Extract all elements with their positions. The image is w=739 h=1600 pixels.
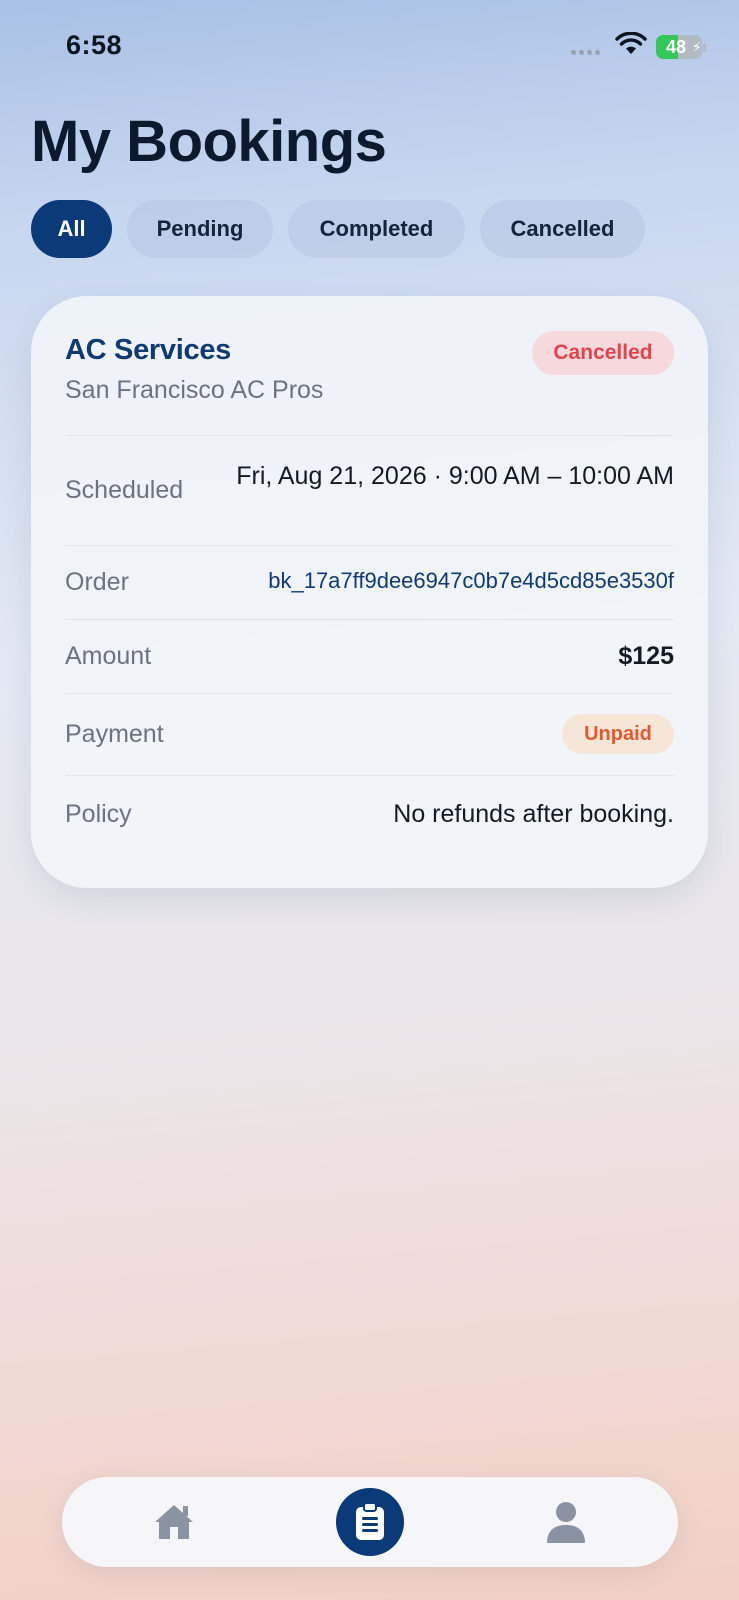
tab-bookings[interactable] (325, 1477, 415, 1567)
filter-tabs: All Pending Completed Cancelled (31, 200, 645, 258)
tab-profile[interactable] (521, 1477, 611, 1567)
amount-label: Amount (65, 642, 152, 670)
cellular-signal-icon (571, 50, 600, 55)
policy-label: Policy (65, 800, 132, 828)
battery-cap (703, 43, 706, 52)
payment-row: Payment Unpaid (65, 693, 674, 775)
payment-status-badge: Unpaid (562, 714, 674, 754)
charging-bolt-icon: ⚡ (692, 39, 702, 55)
booking-card[interactable]: AC Services San Francisco AC Pros Cancel… (31, 296, 708, 888)
tab-bar (62, 1477, 678, 1567)
person-icon (547, 1502, 585, 1543)
amount-value: $125 (618, 642, 674, 670)
policy-value: No refunds after booking. (393, 800, 674, 828)
filter-pending[interactable]: Pending (127, 200, 273, 258)
status-bar: 6:58 48 ⚡ (0, 0, 739, 90)
status-time: 6:58 (66, 30, 123, 60)
order-row: Order bk_17a7ff9dee6947c0b7e4d5cd85e3530… (65, 545, 674, 619)
home-icon (155, 1505, 193, 1539)
order-label: Order (65, 568, 129, 596)
amount-row: Amount $125 (65, 619, 674, 693)
scheduled-value: Fri, Aug 21, 2026 · 9:00 AM – 10:00 AM (236, 462, 674, 490)
battery-level: 48 (665, 37, 687, 57)
scheduled-label: Scheduled (65, 476, 184, 504)
filter-cancelled[interactable]: Cancelled (480, 200, 645, 258)
filter-completed[interactable]: Completed (288, 200, 465, 258)
scheduled-row: Scheduled Fri, Aug 21, 2026 · 9:00 AM – … (65, 435, 674, 545)
tab-home[interactable] (129, 1477, 219, 1567)
filter-all[interactable]: All (31, 200, 112, 258)
service-name: AC Services (65, 334, 231, 366)
policy-row: Policy No refunds after booking. (65, 775, 674, 851)
payment-label: Payment (65, 720, 164, 748)
clipboard-icon (356, 1503, 384, 1540)
wifi-icon (615, 32, 647, 54)
status-badge: Cancelled (532, 331, 674, 375)
battery-icon: 48 ⚡ (656, 35, 702, 59)
provider-name: San Francisco AC Pros (65, 376, 324, 404)
tab-bookings-active (336, 1488, 404, 1556)
order-id[interactable]: bk_17a7ff9dee6947c0b7e4d5cd85e3530f (268, 568, 674, 594)
page-title: My Bookings (31, 109, 387, 174)
